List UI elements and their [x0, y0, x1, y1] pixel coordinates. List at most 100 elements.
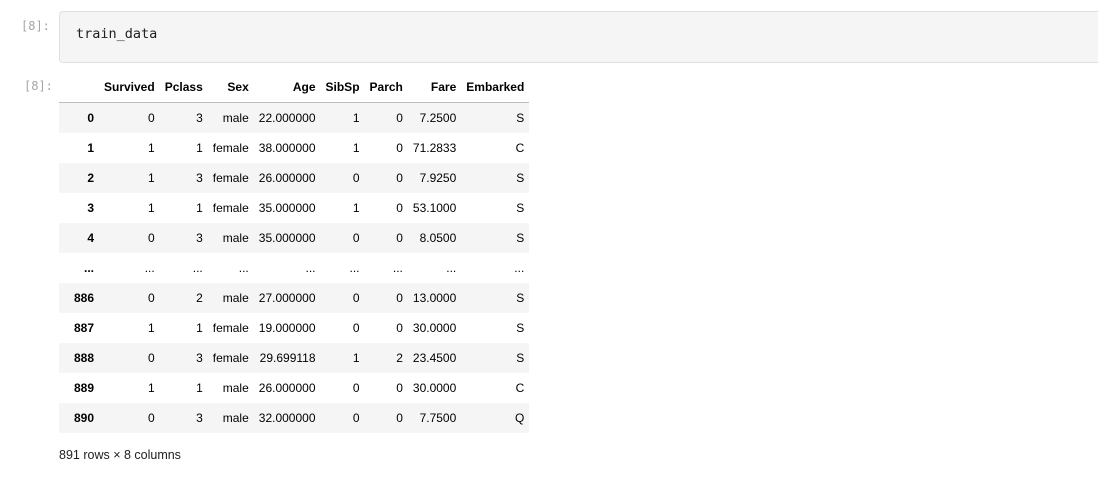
column-header: Embarked: [461, 72, 530, 103]
table-cell: 0: [352, 171, 360, 185]
column-header: SibSp: [320, 72, 365, 103]
table-cell: C: [515, 141, 525, 155]
table-cell: 22.000000: [258, 111, 316, 125]
table-cell: 0: [396, 321, 403, 335]
table-cell: 0: [352, 231, 360, 245]
table-cell: 1: [196, 381, 203, 395]
table-cell: ...: [192, 261, 203, 275]
table-cell: 1: [148, 141, 155, 155]
table-cell: 1: [148, 201, 155, 215]
table-cell: female: [212, 171, 249, 185]
column-header: Sex: [207, 72, 254, 103]
table-cell: 7.2500: [419, 111, 457, 125]
table-cell: female: [212, 321, 249, 335]
table-cell: 71.2833: [412, 141, 457, 155]
table-cell: 0: [148, 411, 155, 425]
table-cell: S: [516, 231, 525, 245]
table-cell: 26.000000: [258, 171, 316, 185]
table-cell: male: [222, 111, 249, 125]
row-index: 888: [73, 351, 94, 365]
table-cell: 7.9250: [419, 171, 457, 185]
table-cell: 1: [148, 321, 155, 335]
table-cell: 1: [196, 201, 203, 215]
table-cell: 0: [396, 141, 403, 155]
row-index: 887: [73, 321, 94, 335]
dataframe-table: Survived Pclass Sex Age SibSp Parch Fare Embark…: [59, 72, 530, 433]
table-cell: 1: [352, 111, 360, 125]
column-header: Age: [253, 72, 321, 103]
table-cell: 3: [196, 171, 203, 185]
table-row: 889 1 1 male 26.000000 0 0 30.0000 C: [59, 373, 530, 403]
table-row: 3 1 1 female 35.000000 1 0 53.1000 S: [59, 193, 530, 223]
table-cell: 1: [196, 321, 203, 335]
table-row: ...........................: [59, 253, 530, 283]
code-line: train_data: [76, 26, 158, 42]
table-cell: 30.0000: [412, 321, 457, 335]
row-index: 2: [87, 171, 94, 185]
table-cell: S: [516, 201, 525, 215]
table-cell: 30.0000: [412, 381, 457, 395]
table-cell: 3: [196, 111, 203, 125]
table-cell: C: [515, 381, 525, 395]
table-cell: 0: [396, 381, 403, 395]
column-header: Fare: [407, 72, 462, 103]
table-cell: 13.0000: [412, 291, 457, 305]
table-row: 887 1 1 female 19.000000 0 0 30.0000 S: [59, 313, 530, 343]
table-cell: male: [222, 381, 249, 395]
table-cell: S: [516, 111, 525, 125]
row-index: 890: [73, 411, 94, 425]
table-cell: S: [516, 321, 525, 335]
table-cell: 1: [196, 141, 203, 155]
row-index: 1: [87, 141, 94, 155]
column-header: Pclass: [159, 72, 208, 103]
table-cell: 3: [196, 231, 203, 245]
table-cell: 35.000000: [258, 231, 316, 245]
input-prompt: [8]:: [21, 19, 50, 33]
table-cell: 53.1000: [412, 201, 457, 215]
table-cell: 0: [396, 291, 403, 305]
table-cell: 8.0500: [419, 231, 457, 245]
table-cell: ...: [514, 261, 525, 275]
row-index: 4: [87, 231, 94, 245]
table-header-row: Survived Pclass Sex Age SibSp Parch Fare Embark…: [59, 72, 530, 103]
row-index: ...: [83, 261, 94, 275]
table-cell: ...: [446, 261, 457, 275]
table-cell: 3: [196, 351, 203, 365]
table-cell: Q: [514, 411, 525, 425]
row-index: 0: [87, 111, 94, 125]
table-cell: 1: [148, 381, 155, 395]
table-cell: 19.000000: [258, 321, 316, 335]
table-cell: female: [212, 351, 249, 365]
output-area: Survived Pclass Sex Age SibSp Parch Fare Embark…: [59, 72, 530, 433]
table-cell: 23.4500: [412, 351, 457, 365]
table-cell: 0: [396, 411, 403, 425]
index-header: [59, 72, 99, 103]
table-cell: 1: [352, 141, 360, 155]
table-cell: female: [212, 141, 249, 155]
table-cell: 27.000000: [258, 291, 316, 305]
table-cell: male: [222, 231, 249, 245]
table-body: 0 0 3 male 22.000000 1 0 7.2500 S 1 1 1 female 38.000…: [59, 102, 530, 433]
table-cell: 3: [196, 411, 203, 425]
row-index: 886: [73, 291, 94, 305]
table-cell: 32.000000: [258, 411, 316, 425]
table-cell: 38.000000: [258, 141, 316, 155]
table-cell: ...: [305, 261, 316, 275]
column-header: Parch: [364, 72, 408, 103]
table-cell: 26.000000: [258, 381, 316, 395]
output-prompt: [8]:: [24, 79, 53, 93]
table-cell: 0: [352, 411, 360, 425]
table-cell: 1: [148, 171, 155, 185]
table-row: 1 1 1 female 38.000000 1 0 71.2833 C: [59, 133, 530, 163]
table-cell: S: [516, 351, 525, 365]
table-cell: 29.699118: [259, 351, 316, 365]
table-cell: ...: [349, 261, 360, 275]
table-cell: 0: [396, 231, 403, 245]
code-input-cell[interactable]: train_data: [59, 11, 1098, 63]
table-cell: 0: [148, 111, 155, 125]
table-cell: 2: [396, 351, 403, 365]
table-cell: male: [222, 411, 249, 425]
table-cell: 2: [196, 291, 203, 305]
table-cell: 0: [148, 351, 155, 365]
table-cell: ...: [238, 261, 249, 275]
